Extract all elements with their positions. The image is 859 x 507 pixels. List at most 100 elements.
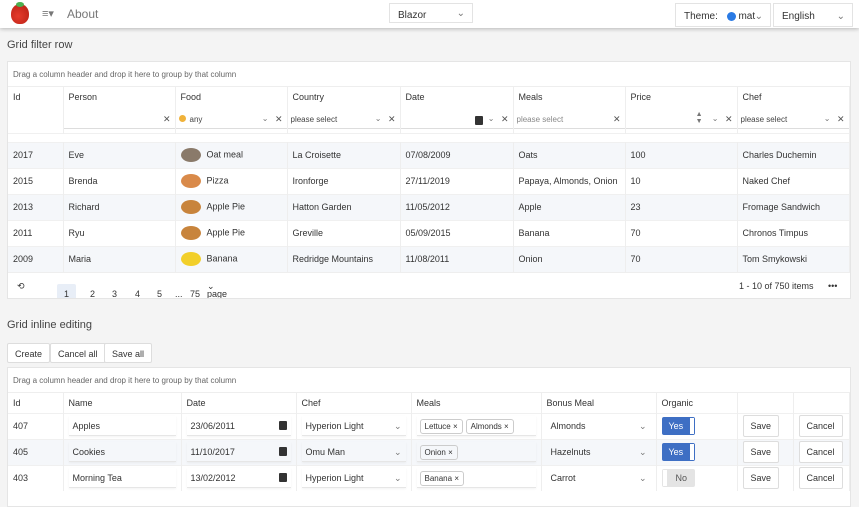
remove-tag-icon[interactable]: × xyxy=(454,474,459,483)
page-size-select[interactable]: page size: 10 ⌄ xyxy=(207,281,227,298)
clear-icon[interactable]: ✕ xyxy=(275,114,283,125)
clear-icon[interactable]: ✕ xyxy=(837,114,845,125)
cell-price: 70 xyxy=(625,219,738,246)
save-button[interactable]: Save xyxy=(742,467,780,490)
language-select[interactable]: English ⌄ xyxy=(773,3,853,27)
create-button[interactable]: Create xyxy=(7,343,51,363)
page-button[interactable]: 75 xyxy=(190,289,200,298)
bonus-meal-select[interactable]: Almonds ⌄ xyxy=(547,416,651,436)
column-header[interactable]: Id xyxy=(8,87,64,107)
chevron-down-icon[interactable]: ⌄ xyxy=(375,114,382,123)
table-row[interactable]: 405 Cookies 11/10/2017 Omu Man ⌄ Onion × Hazel… xyxy=(8,438,850,465)
about-link[interactable]: About xyxy=(67,7,98,21)
remove-tag-icon[interactable]: × xyxy=(504,422,509,431)
country-filter[interactable]: please select ⌄ ✕ xyxy=(287,111,399,129)
more-icon[interactable]: ••• xyxy=(828,281,837,291)
table-row[interactable]: 2009 Maria Banana Redridge Mountains 11/08/2… xyxy=(8,245,850,272)
chevron-down-icon[interactable]: ⌄ xyxy=(262,114,269,123)
food-filter[interactable]: any ⌄ ✕ xyxy=(175,111,286,129)
spinner-icon[interactable]: ▲ ▼ xyxy=(696,111,703,125)
page-button[interactable]: ... xyxy=(175,289,183,298)
organic-toggle[interactable]: No xyxy=(661,469,695,488)
name-input[interactable]: Apples xyxy=(68,416,176,436)
calendar-icon[interactable] xyxy=(278,421,287,430)
column-header[interactable]: Food xyxy=(175,87,288,107)
name-input[interactable]: Cookies xyxy=(68,442,176,462)
table-row[interactable]: 2013 Richard Apple Pie Hatton Garden 11/05/2… xyxy=(8,193,850,220)
tomato-logo-icon[interactable] xyxy=(11,2,29,24)
chef-select[interactable]: Hyperion Light ⌄ xyxy=(301,416,406,436)
bonus-meal-value: Hazelnuts xyxy=(550,447,591,457)
calendar-icon[interactable] xyxy=(474,116,483,125)
page-button[interactable]: 3 xyxy=(112,289,117,298)
page-button[interactable]: 2 xyxy=(90,289,95,298)
group-panel[interactable]: Drag a column header and drop it here to… xyxy=(8,62,850,87)
remove-tag-icon[interactable]: × xyxy=(453,422,458,431)
chevron-down-icon[interactable]: ⌄ xyxy=(712,114,719,123)
refresh-icon[interactable]: ⟲ xyxy=(17,281,25,292)
page-button[interactable]: 4 xyxy=(135,289,140,298)
organic-toggle[interactable]: Yes xyxy=(661,443,695,461)
framework-select[interactable]: Blazor ⌄ xyxy=(389,3,473,23)
menu-icon[interactable]: ≡▾ xyxy=(42,7,54,20)
cancel-button[interactable]: Cancel xyxy=(798,441,843,463)
group-panel[interactable]: Drag a column header and drop it here to… xyxy=(8,368,850,393)
column-header[interactable]: Country xyxy=(287,87,401,107)
theme-select[interactable]: Theme: mat ⌄ xyxy=(675,3,771,27)
save-all-button[interactable]: Save all xyxy=(104,343,153,363)
page-button[interactable]: 5 xyxy=(157,289,162,298)
date-input[interactable]: 23/06/2011 xyxy=(186,416,291,436)
clear-icon[interactable]: ✕ xyxy=(388,114,396,125)
column-header[interactable]: Name xyxy=(63,393,182,413)
name-input[interactable]: Morning Tea xyxy=(68,468,176,489)
page-button[interactable]: 1 xyxy=(57,284,77,298)
table-row[interactable]: 403 Morning Tea 13/02/2012 Hyperion Light ⌄ B… xyxy=(8,464,850,491)
remove-tag-icon[interactable]: × xyxy=(448,448,453,457)
table-row[interactable]: 2011 Ryu Apple Pie Greville 05/09/2015 Banana… xyxy=(8,219,850,246)
chevron-down-icon[interactable]: ⌄ xyxy=(824,114,831,123)
table-row[interactable]: 2015 Brenda Pizza Ironforge 27/11/2019 Papaya… xyxy=(8,167,850,194)
meals-multiselect[interactable]: Lettuce × Almonds × xyxy=(416,416,536,436)
clear-icon[interactable]: ✕ xyxy=(501,114,509,125)
organic-toggle[interactable]: Yes xyxy=(661,417,695,435)
clear-icon[interactable]: ✕ xyxy=(725,114,733,125)
person-filter[interactable]: ✕ xyxy=(63,111,174,129)
meals-multiselect[interactable]: Onion × xyxy=(416,442,536,462)
chef-filter[interactable]: please select ⌄ ✕ xyxy=(737,111,848,129)
chef-select[interactable]: Hyperion Light ⌄ xyxy=(301,468,406,489)
cancel-all-button[interactable]: Cancel all xyxy=(50,343,106,363)
column-header[interactable]: Date xyxy=(400,87,514,107)
column-header[interactable]: Meals xyxy=(513,87,626,107)
price-filter[interactable]: ▲ ▼ ⌄ ✕ xyxy=(625,111,736,129)
bonus-meal-select[interactable]: Hazelnuts ⌄ xyxy=(547,442,651,462)
column-header[interactable]: Price xyxy=(625,87,738,107)
cancel-button[interactable]: Cancel xyxy=(798,467,843,490)
date-input[interactable]: 13/02/2012 xyxy=(186,468,291,489)
bonus-meal-select[interactable]: Carrot ⌄ xyxy=(547,468,651,488)
date-value: 27/11/2019 xyxy=(405,176,450,186)
date-input[interactable]: 11/10/2017 xyxy=(186,442,291,462)
column-header[interactable]: Person xyxy=(63,87,176,107)
chef-select[interactable]: Omu Man ⌄ xyxy=(301,442,406,462)
clear-icon[interactable]: ✕ xyxy=(613,114,621,125)
pager-summary: 1 - 10 of 750 items xyxy=(739,281,814,291)
table-row[interactable]: 2017 Eve Oat meal La Croisette 07/08/2009 Oat… xyxy=(8,141,850,168)
chevron-down-icon[interactable]: ⌄ xyxy=(488,114,495,123)
save-button[interactable]: Save xyxy=(742,441,780,463)
column-header[interactable]: Meals xyxy=(411,393,542,413)
calendar-icon[interactable] xyxy=(278,473,287,483)
table-row[interactable]: 407 Apples 23/06/2011 Hyperion Light ⌄ Lettuc… xyxy=(8,412,850,439)
save-button[interactable]: Save xyxy=(742,415,780,437)
meals-filter[interactable]: please select ✕ xyxy=(513,111,624,129)
clear-icon[interactable]: ✕ xyxy=(163,114,171,125)
column-header[interactable]: Chef xyxy=(296,393,412,413)
meals-multiselect[interactable]: Banana × xyxy=(416,468,536,489)
calendar-icon[interactable] xyxy=(278,447,287,456)
date-filter[interactable]: ⌄ ✕ xyxy=(400,111,512,129)
column-header[interactable]: Bonus Meal xyxy=(541,393,657,413)
column-header[interactable]: Organic xyxy=(656,393,738,413)
column-header[interactable]: Id xyxy=(8,393,64,413)
column-header[interactable]: Date xyxy=(181,393,297,413)
cancel-button[interactable]: Cancel xyxy=(798,415,843,437)
column-header[interactable]: Chef xyxy=(737,87,850,107)
